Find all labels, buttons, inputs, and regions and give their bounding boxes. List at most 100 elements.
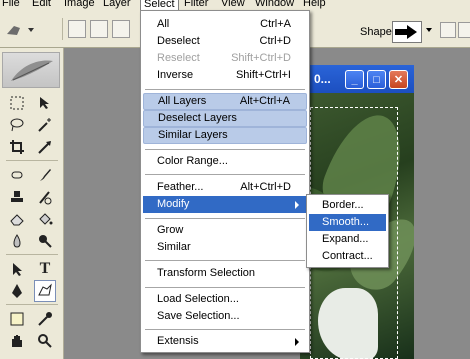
menu-item-modify[interactable]: Modify xyxy=(143,196,307,213)
menu-item-similar-layers[interactable]: Similar Layers xyxy=(143,127,307,144)
menu-item-label: Save Selection... xyxy=(157,310,240,322)
toolbox-divider xyxy=(6,304,58,305)
menu-image[interactable]: Image xyxy=(64,0,95,10)
menu-item-label: Transform Selection xyxy=(157,267,256,279)
menu-item-label: Deselect Layers xyxy=(158,112,237,124)
dodge-tool-icon[interactable] xyxy=(34,230,56,252)
menu-item-all-layers[interactable]: All Layers Alt+Ctrl+A xyxy=(143,93,307,110)
minimize-button[interactable]: _ xyxy=(345,70,364,89)
toolbox-header[interactable] xyxy=(2,52,60,88)
menu-select[interactable]: Select xyxy=(140,0,179,10)
paint-bucket-tool-icon[interactable] xyxy=(34,208,56,230)
arrow-shape-icon xyxy=(395,25,417,39)
menu-item-transform-selection[interactable]: Transform Selection xyxy=(143,265,307,282)
blur-tool-icon[interactable] xyxy=(6,230,28,252)
path-selection-tool-icon[interactable] xyxy=(6,258,28,280)
submenu-arrow-icon xyxy=(295,201,299,209)
menu-filter[interactable]: Filter xyxy=(184,0,208,10)
menu-item-deselect[interactable]: Deselect Ctrl+D xyxy=(143,33,307,50)
menu-item-shortcut: Alt+Ctrl+A xyxy=(239,95,290,107)
shape-picker[interactable] xyxy=(392,21,422,43)
submenu-item-border[interactable]: Border... xyxy=(309,197,386,214)
lasso-tool-icon[interactable] xyxy=(6,114,28,136)
shape-dropdown-icon[interactable] xyxy=(426,28,432,32)
fill-pixels-button[interactable] xyxy=(112,20,130,38)
menu-item-load-selection[interactable]: Load Selection... xyxy=(143,291,307,308)
menu-item-shortcut: Alt+Ctrl+D xyxy=(240,181,291,193)
menu-item-extensis[interactable]: Extensis xyxy=(143,333,307,350)
shape-layers-button[interactable] xyxy=(68,20,86,38)
menu-item-label: Grow xyxy=(157,224,184,236)
crop-tool-icon[interactable] xyxy=(6,136,28,158)
add-shape-button[interactable] xyxy=(458,22,470,38)
type-tool-icon[interactable]: T xyxy=(34,258,56,280)
menu-item-label: Inverse xyxy=(157,69,194,81)
menu-item-shortcut: Ctrl+D xyxy=(259,35,291,47)
menu-view[interactable]: View xyxy=(221,0,245,10)
maximize-icon: □ xyxy=(373,73,380,86)
new-shape-button[interactable] xyxy=(440,22,456,38)
menu-separator xyxy=(145,260,305,261)
menu-item-label: Color Range... xyxy=(157,155,228,167)
options-divider xyxy=(62,18,63,40)
eyedropper-tool-icon[interactable] xyxy=(34,308,56,330)
zoom-tool-icon[interactable] xyxy=(34,330,56,352)
notes-tool-icon[interactable] xyxy=(6,308,28,330)
menu-item-shortcut: Shift+Ctrl+D xyxy=(231,52,291,64)
menu-item-shortcut: Shift+Ctrl+I xyxy=(235,69,291,81)
minimize-icon: _ xyxy=(351,73,358,86)
menu-item-shortcut: Ctrl+A xyxy=(260,18,291,30)
paths-button[interactable] xyxy=(90,20,108,38)
submenu-arrow-icon xyxy=(295,338,299,346)
menu-item-color-range[interactable]: Color Range... xyxy=(143,153,307,170)
tool-preset-icon[interactable] xyxy=(4,20,34,38)
menu-item-save-selection[interactable]: Save Selection... xyxy=(143,308,307,325)
menu-layer[interactable]: Layer xyxy=(103,0,131,10)
close-icon: ✕ xyxy=(393,74,404,86)
menu-bar: File Edit Image Layer Select Filter View… xyxy=(0,0,470,10)
menu-window[interactable]: Window xyxy=(255,0,294,10)
menu-item-feather[interactable]: Feather... Alt+Ctrl+D xyxy=(143,179,307,196)
menu-file[interactable]: File xyxy=(2,0,20,10)
menu-item-inverse[interactable]: Inverse Shift+Ctrl+I xyxy=(143,67,307,84)
toolbox: T xyxy=(0,48,64,359)
menu-item-all[interactable]: All Ctrl+A xyxy=(143,16,307,33)
menu-item-label: Similar Layers xyxy=(158,129,228,141)
menu-item-label: All xyxy=(157,18,170,30)
submenu-item-smooth[interactable]: Smooth... xyxy=(309,214,386,231)
menu-edit[interactable]: Edit xyxy=(32,0,51,10)
menu-item-label: Feather... xyxy=(157,181,204,193)
document-titlebar[interactable]: 0... _ □ ✕ xyxy=(300,65,414,93)
pen-tool-icon[interactable] xyxy=(6,280,28,302)
menu-item-similar[interactable]: Similar xyxy=(143,239,307,256)
magic-wand-tool-icon[interactable] xyxy=(34,114,56,136)
menu-item-label: Reselect xyxy=(157,52,200,64)
close-button[interactable]: ✕ xyxy=(389,70,408,89)
slice-tool-icon[interactable] xyxy=(34,136,56,158)
eraser-tool-icon[interactable] xyxy=(6,208,28,230)
menu-item-grow[interactable]: Grow xyxy=(143,222,307,239)
document-title: 0... xyxy=(314,72,331,86)
menu-item-label: All Layers xyxy=(158,95,207,107)
move-tool-icon[interactable] xyxy=(34,92,56,114)
hand-tool-icon[interactable] xyxy=(6,330,28,352)
menu-separator xyxy=(145,149,305,150)
maximize-button[interactable]: □ xyxy=(367,70,386,89)
menu-help[interactable]: Help xyxy=(303,0,326,10)
menu-separator xyxy=(145,174,305,175)
menu-item-label: Similar xyxy=(157,241,191,253)
history-brush-tool-icon[interactable] xyxy=(34,186,56,208)
modify-submenu: Border... Smooth... Expand... Contract..… xyxy=(306,194,389,268)
brush-tool-icon[interactable] xyxy=(34,164,56,186)
menu-item-label: Modify xyxy=(157,198,190,210)
healing-brush-tool-icon[interactable] xyxy=(6,164,28,186)
menu-separator xyxy=(145,218,305,219)
custom-shape-tool-icon[interactable] xyxy=(34,280,56,302)
stamp-tool-icon[interactable] xyxy=(6,186,28,208)
menu-separator xyxy=(145,287,305,288)
menu-item-reselect: Reselect Shift+Ctrl+D xyxy=(143,50,307,67)
marquee-tool-icon[interactable] xyxy=(6,92,28,114)
menu-item-deselect-layers[interactable]: Deselect Layers xyxy=(143,110,307,127)
submenu-item-expand[interactable]: Expand... xyxy=(309,231,386,248)
submenu-item-contract[interactable]: Contract... xyxy=(309,248,386,265)
